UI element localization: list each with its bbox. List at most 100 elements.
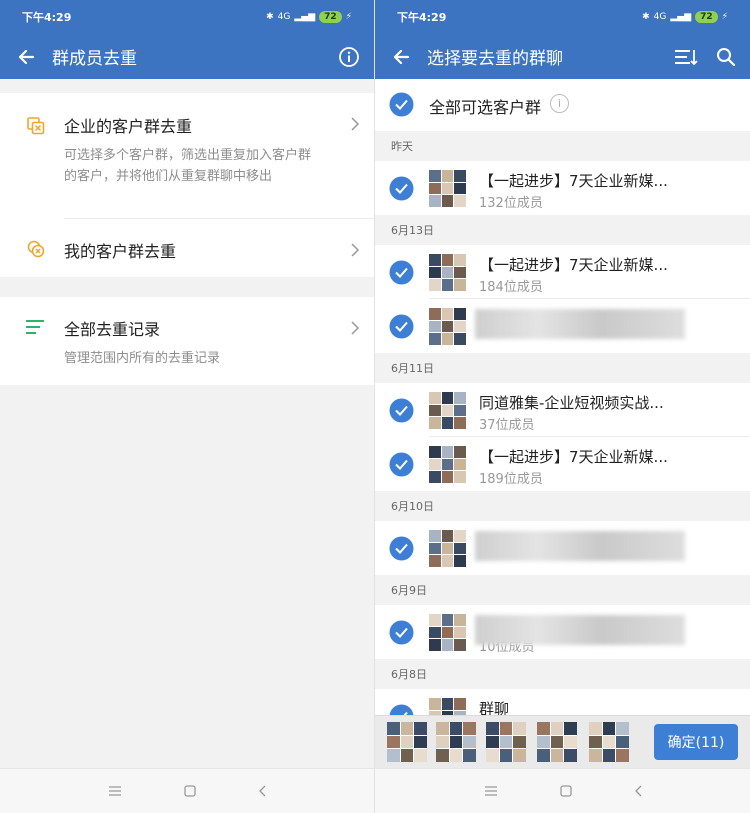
- avatar-tile: [454, 698, 466, 710]
- group-name: 【一起进步】7天企业新媒...: [479, 256, 668, 274]
- group-member-count: 37位成员: [479, 418, 535, 433]
- info-icon[interactable]: [338, 46, 360, 68]
- enterprise-group-dedup-icon: [27, 117, 45, 135]
- avatar-tile: [589, 722, 602, 735]
- back-button[interactable]: [0, 34, 52, 79]
- avatar-tile: [429, 698, 441, 710]
- avatar-tile: [387, 735, 400, 749]
- group-list: 昨天 【一起进步】7天企业新媒... 132位成员 6月13日 【一起进步】7天…: [375, 131, 750, 743]
- avatar-tile: [429, 614, 441, 626]
- my-group-dedup-icon: [27, 240, 45, 258]
- my-dedup-item[interactable]: 我的客户群去重: [0, 219, 374, 277]
- group-row[interactable]: 【一起进步】7天企业新媒... 184位成员: [375, 245, 750, 299]
- sort-icon[interactable]: [674, 48, 698, 66]
- home-icon[interactable]: [184, 785, 196, 797]
- all-records-desc: 管理范围内所有的去重记录: [64, 351, 221, 366]
- selected-group-thumb[interactable]: [387, 722, 427, 762]
- avatar-tile: [499, 749, 513, 762]
- left-nav-row: 群成员去重: [0, 34, 374, 79]
- avatar-tile: [454, 530, 466, 542]
- avatar-tile: [454, 471, 466, 483]
- group-row[interactable]: 【一起进步】7天企业新媒... 132位成员: [375, 161, 750, 215]
- checkbox-checked-icon[interactable]: [389, 452, 414, 477]
- redacted-name: [475, 615, 685, 645]
- avatar-tile: [454, 614, 466, 626]
- avatar-tile: [414, 735, 427, 749]
- checkbox-checked-icon[interactable]: [389, 176, 414, 201]
- avatar-tile: [441, 614, 454, 626]
- status-time: 下午4:29: [22, 11, 72, 24]
- group-row[interactable]: [375, 521, 750, 575]
- selected-group-thumb[interactable]: [589, 722, 629, 762]
- avatar-tile: [602, 722, 616, 735]
- avatar-tile: [449, 749, 463, 762]
- menu-icon[interactable]: [484, 786, 498, 796]
- avatar-tile: [499, 735, 513, 749]
- avatar-tile: [602, 749, 616, 762]
- avatar-tile: [454, 417, 466, 429]
- selected-group-thumb[interactable]: [436, 722, 476, 762]
- avatar-tile: [429, 471, 441, 483]
- avatar-tile: [454, 555, 466, 567]
- group-member-count: 184位成员: [479, 280, 543, 295]
- avatar-tile: [550, 749, 564, 762]
- enterprise-dedup-item[interactable]: 企业的客户群去重 可选择多个客户群，筛选出重复加入客户群的客户，并将他们从重复群…: [0, 93, 374, 218]
- selected-group-thumb[interactable]: [537, 722, 577, 762]
- checkbox-checked-icon[interactable]: [389, 620, 414, 645]
- group-row[interactable]: 同道雅集-企业短视频实战... 37位成员: [375, 383, 750, 437]
- avatar-tile: [441, 392, 454, 404]
- page-title: 群成员去重: [52, 49, 137, 69]
- selected-group-thumb[interactable]: [486, 722, 526, 762]
- checkbox-checked-icon[interactable]: [389, 536, 414, 561]
- checkbox-checked-icon[interactable]: [389, 314, 414, 339]
- checkbox-checked-icon[interactable]: [389, 92, 414, 117]
- confirm-button[interactable]: 确定(11): [654, 724, 738, 760]
- back-button[interactable]: [375, 34, 427, 79]
- back-nav-icon[interactable]: [634, 785, 642, 797]
- group-row[interactable]: [375, 299, 750, 353]
- menu-icon[interactable]: [108, 786, 122, 796]
- avatar-tile: [589, 749, 602, 762]
- status-bar: 下午4:29 ✱ 4G ▂▄▆ 72 ⚡: [0, 0, 374, 34]
- back-nav-icon[interactable]: [258, 785, 266, 797]
- group-row[interactable]: 10位成员: [375, 605, 750, 659]
- info-icon[interactable]: i: [550, 94, 569, 113]
- avatar-tile: [441, 182, 454, 195]
- all-records-item[interactable]: 全部去重记录 管理范围内所有的去重记录: [0, 297, 374, 385]
- avatar-tile: [441, 308, 454, 320]
- avatar-tile: [414, 722, 427, 735]
- checkbox-checked-icon[interactable]: [389, 398, 414, 423]
- avatar-tile: [429, 446, 441, 458]
- group-row[interactable]: 【一起进步】7天企业新媒... 189位成员: [375, 437, 750, 491]
- dedup-options-card: 企业的客户群去重 可选择多个客户群，筛选出重复加入客户群的客户，并将他们从重复群…: [0, 93, 374, 277]
- chevron-right-icon: [351, 117, 360, 131]
- avatar-tile: [387, 749, 400, 762]
- avatar-tile: [429, 555, 441, 567]
- avatar-tile: [429, 333, 441, 345]
- group-avatar: [429, 170, 466, 207]
- avatar-tile: [513, 722, 526, 735]
- avatar-tile: [454, 542, 466, 555]
- avatar-tile: [429, 458, 441, 471]
- left-screen: 下午4:29 ✱ 4G ▂▄▆ 72 ⚡ 群成员去重 企业的客户群去重 可选择多…: [0, 0, 375, 813]
- date-header: 6月10日: [375, 491, 750, 521]
- avatar-tile: [486, 749, 499, 762]
- status-icons: ✱ 4G ▂▄▆ 72 ⚡: [642, 11, 728, 23]
- avatar-tile: [429, 170, 441, 182]
- select-all-row[interactable]: 全部可选客户群 i: [375, 79, 750, 131]
- chevron-right-icon: [351, 243, 360, 257]
- avatar-tile: [463, 722, 476, 735]
- select-all-label: 全部可选客户群: [429, 98, 542, 117]
- avatar-tile: [537, 749, 550, 762]
- avatar-tile: [441, 254, 454, 266]
- avatar-tile: [454, 266, 466, 279]
- search-icon[interactable]: [716, 47, 736, 67]
- home-icon[interactable]: [559, 785, 572, 797]
- status-bar: 下午4:29 ✱ 4G ▂▄▆ 72 ⚡: [375, 0, 750, 34]
- right-screen: 下午4:29 ✱ 4G ▂▄▆ 72 ⚡ 选择要去重的群聊 全部可选客户群 i …: [375, 0, 750, 813]
- checkbox-checked-icon[interactable]: [389, 260, 414, 285]
- network-label: 4G: [653, 12, 667, 22]
- avatar-tile: [429, 626, 441, 639]
- right-app-bar: 下午4:29 ✱ 4G ▂▄▆ 72 ⚡ 选择要去重的群聊: [375, 0, 750, 79]
- avatar-tile: [454, 254, 466, 266]
